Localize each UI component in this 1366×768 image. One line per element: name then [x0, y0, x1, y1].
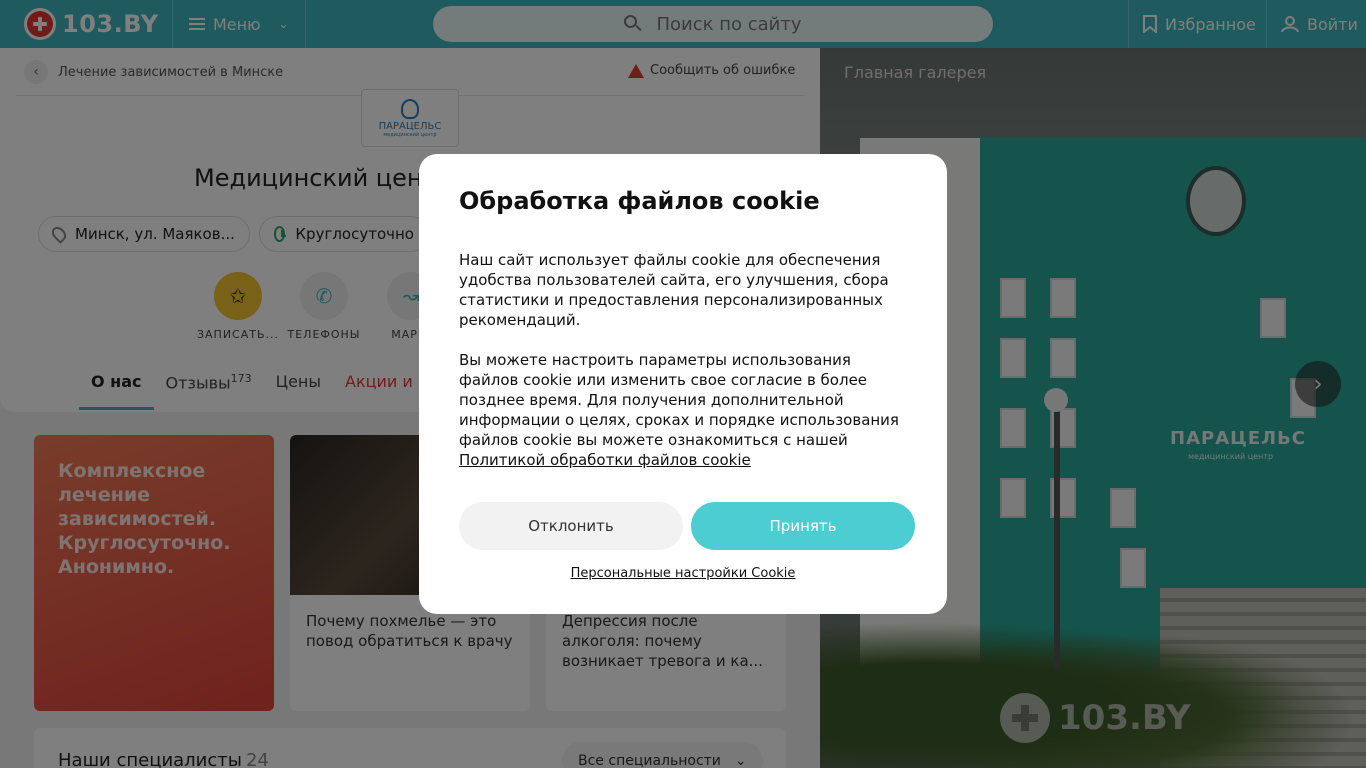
cookie-policy-link[interactable]: Политикой обработки файлов cookie	[459, 451, 751, 469]
cookie-buttons: Отклонить Принять	[459, 502, 915, 550]
accept-button[interactable]: Принять	[691, 502, 915, 550]
cookie-settings-link[interactable]: Персональные настройки Cookie	[419, 566, 947, 581]
decline-button[interactable]: Отклонить	[459, 502, 683, 550]
cookie-dialog: Обработка файлов cookie Наш сайт использ…	[419, 154, 947, 614]
cookie-dialog-title: Обработка файлов cookie	[459, 187, 820, 215]
cookie-text-1: Наш сайт использует файлы cookie для обе…	[459, 251, 889, 329]
cookie-text-2: Вы можете настроить параметры использова…	[459, 351, 899, 469]
